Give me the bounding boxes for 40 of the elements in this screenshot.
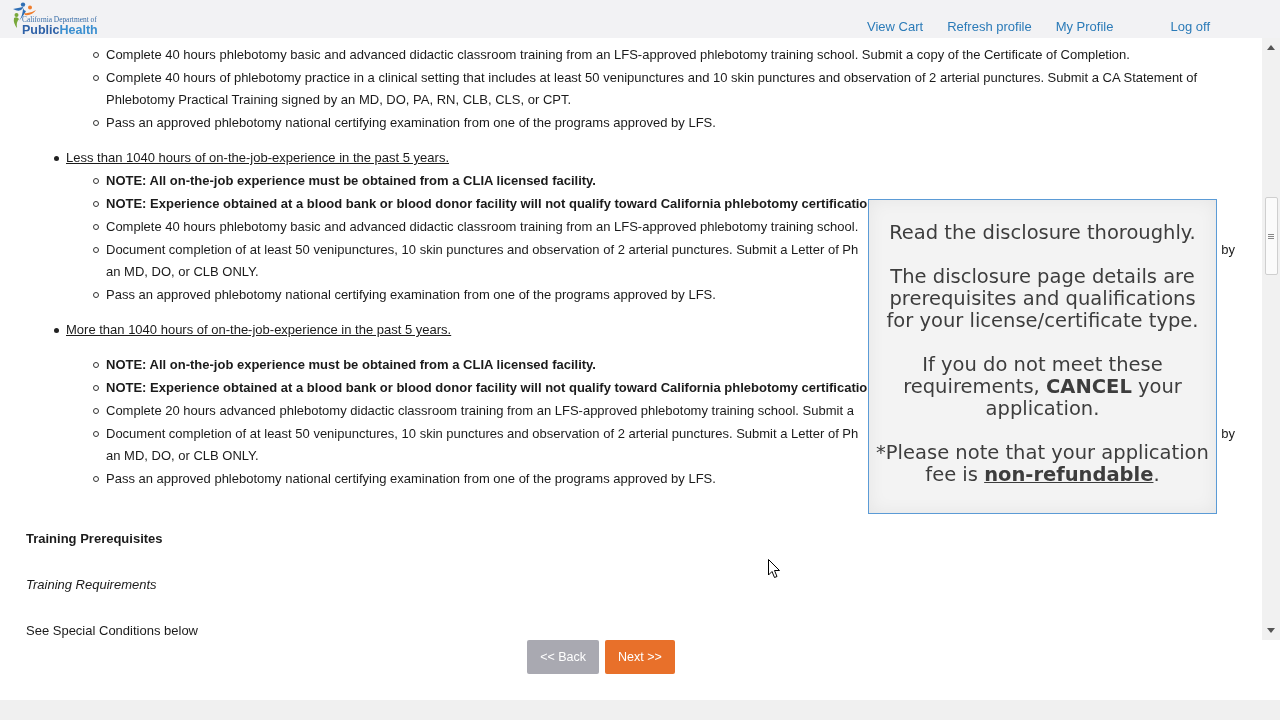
next-button[interactable]: Next >> [605,640,675,674]
popup-text: The disclosure page details are prerequisites and qualifications for your license/certificate type. [885,266,1200,332]
grip-lines-icon [1268,233,1274,239]
nav-link[interactable]: Refresh profile [947,18,1032,34]
list-item-text: Complete 40 hours phlebotomy basic and advanced didactic classroom training from an LFS-approved phlebotomy training school. Submit a copy of the Certificate of Completion. [106,46,1130,64]
list-item-text: Pass an approved phlebotomy national certifying examination from one of the programs approved by LFS. [106,470,716,488]
scroll-up-arrow[interactable] [1267,45,1275,50]
option-label: Less than 1040 hours of on-the-job-experience in the past 5 years. [66,149,450,167]
scroll-down-arrow[interactable] [1267,628,1275,633]
list-item-text: NOTE: All on-the-job experience must be obtained from a CLIA licensed facility. [106,356,596,374]
nav-link[interactable]: My Profile [1055,18,1114,34]
section-heading: Training Prerequisites [26,531,163,547]
nav-link[interactable]: View Cart [867,18,924,34]
logo-wordmark: PublicHealth [22,24,98,36]
list-item-text: Pass an approved phlebotomy national certifying examination from one of the programs approved by LFS. [106,114,716,132]
list-item-text: by [1221,241,1235,259]
popup-text: If you do not meet these requirements, CANCEL your application. [902,354,1183,420]
list-item-text: NOTE: All on-the-job experience must be obtained from a CLIA licensed facility. [106,172,596,190]
list-item-text: Complete 20 hours advanced phlebotomy didactic classroom training from an LFS-approved phlebotomy training school. Submit a [106,402,854,420]
list-item-text: an MD, DO, or CLB ONLY. [106,263,259,281]
section-subheading: Training Requirements [26,577,157,593]
bullet-icon [54,328,59,333]
list-item-text: Pass an approved phlebotomy national certifying examination from one of the programs approved by LFS. [106,286,716,304]
list-item-text: Complete 40 hours of phlebotomy practice in a clinical setting that includes at least 50 venipunctures and 10 skin punctures and observation of 2 arterial punctures. Submit a CA Statement of Phlebotomy Practical Training signed by an MD, DO, PA, RN, CLB, CLS, or CPT. [106,69,1199,109]
mouse-cursor-icon [768,559,781,579]
list-item-text: NOTE: Experience obtained at a blood bank or blood donor facility will not qualify toward California phlebotomy certificatio [106,379,868,397]
popup-text: Read the disclosure thoroughly. [888,222,1197,244]
section-note: See Special Conditions below [26,623,198,639]
list-item-text: an MD, DO, or CLB ONLY. [106,447,259,465]
list-item-text: NOTE: Experience obtained at a blood bank or blood donor facility will not qualify toward California phlebotomy certificatio [106,195,868,213]
list-item-text: Document completion of at least 50 venipunctures, 10 skin punctures and observation of 2 arterial punctures. Submit a Letter of Ph [106,241,859,259]
back-button[interactable]: << Back [527,640,600,674]
list-item-text: Complete 40 hours phlebotomy basic and advanced didactic classroom training from an LFS-approved phlebotomy training school. [106,218,859,236]
bullet-icon [54,156,59,161]
nav-link[interactable]: Log off [1170,18,1210,34]
list-item-text: Document completion of at least 50 venipunctures, 10 skin punctures and observation of 2 arterial punctures. Submit a Letter of Ph [106,425,859,443]
scrollbar-thumb[interactable] [1264,197,1278,275]
popup-text: *Please note that your application fee is non-refundable. [875,442,1210,486]
list-item-text: by [1221,425,1235,443]
option-label: More than 1040 hours of on-the-job-experience in the past 5 years. [66,321,452,339]
